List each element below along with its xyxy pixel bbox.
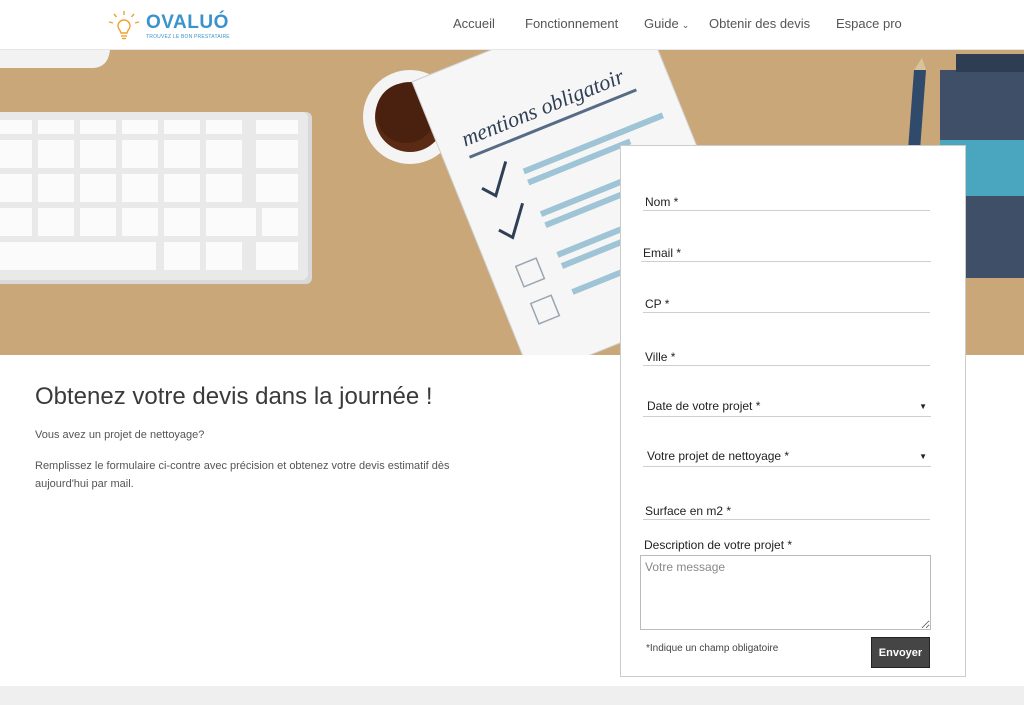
- footer-band: [0, 686, 1024, 705]
- nav-espace-pro[interactable]: Espace pro: [836, 16, 902, 31]
- logo[interactable]: OVALUÓ TROUVEZ LE BON PRESTATAIRE: [104, 9, 230, 43]
- intro-body: Remplissez le formulaire ci-contre avec …: [35, 460, 450, 490]
- cp-field[interactable]: CP *: [643, 292, 930, 313]
- nav-obtenir-devis[interactable]: Obtenir des devis: [709, 16, 810, 31]
- site-header: OVALUÓ TROUVEZ LE BON PRESTATAIRE Accuei…: [0, 0, 1024, 50]
- email-label: Email *: [643, 246, 682, 260]
- brand-name: OVALUÓ: [146, 12, 229, 33]
- dropdown-arrow-icon: ▼: [919, 402, 927, 411]
- surface-field[interactable]: Surface en m2 *: [643, 499, 930, 520]
- projet-nettoyage-select[interactable]: Votre projet de nettoyage * ▼: [643, 446, 931, 467]
- message-textarea[interactable]: [640, 555, 931, 630]
- submit-button[interactable]: Envoyer: [871, 637, 930, 668]
- nom-field[interactable]: Nom *: [643, 190, 930, 211]
- page-title: Obtenez votre devis dans la journée !: [35, 383, 433, 410]
- pencil-illustration: [908, 58, 926, 150]
- nav-fonctionnement[interactable]: Fonctionnement: [525, 16, 618, 31]
- dropdown-arrow-icon: ▼: [919, 452, 927, 461]
- projet-nettoyage-value: Votre projet de nettoyage *: [647, 449, 790, 463]
- quote-form: Nom * Email * CP * Ville * Date de votre…: [620, 145, 966, 677]
- lightbulb-icon: [108, 11, 140, 40]
- nom-label: Nom *: [645, 195, 679, 209]
- surface-label: Surface en m2 *: [645, 504, 732, 518]
- date-projet-value: Date de votre projet *: [647, 399, 761, 413]
- email-field[interactable]: Email *: [641, 241, 931, 262]
- nav-accueil[interactable]: Accueil: [453, 16, 495, 31]
- ville-label: Ville *: [645, 350, 676, 364]
- description-label: Description de votre projet *: [644, 538, 793, 552]
- intro-question: Vous avez un projet de nettoyage?: [35, 429, 205, 441]
- keyboard-illustration: [0, 112, 312, 284]
- brand-tagline: TROUVEZ LE BON PRESTATAIRE: [146, 34, 230, 40]
- required-note: *Indique un champ obligatoire: [646, 643, 779, 654]
- chevron-down-icon: ⌄: [681, 20, 690, 30]
- cp-label: CP *: [645, 297, 670, 311]
- ville-field[interactable]: Ville *: [643, 345, 930, 366]
- date-projet-select[interactable]: Date de votre projet * ▼: [643, 396, 931, 417]
- nav-guide[interactable]: Guide ⌄: [644, 16, 689, 31]
- nav-guide-label: Guide: [644, 16, 679, 31]
